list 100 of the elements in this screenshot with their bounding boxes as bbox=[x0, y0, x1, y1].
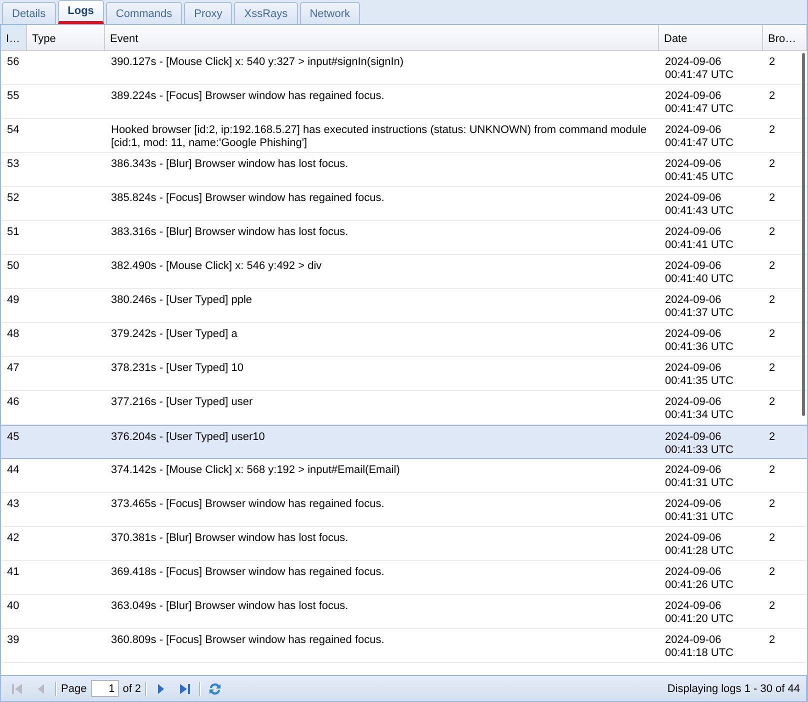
date-text: 2024-09-06 bbox=[665, 226, 722, 239]
table-row[interactable]: 40 363.049s - [Blur] Browser window has lost focus. 2024-09-06 00:41:20 UTC 2 bbox=[1, 595, 807, 629]
event-text: 373.465s - [Focus] Browser window has regained focus. bbox=[111, 498, 384, 510]
table-row[interactable]: 42 370.381s - [Blur] Browser window has lost focus. 2024-09-06 00:41:28 UTC 2 bbox=[1, 527, 807, 561]
time-text: 00:41:41 UTC bbox=[665, 239, 734, 252]
browser-text: 2 bbox=[769, 600, 776, 612]
column-header[interactable]: Event bbox=[105, 25, 659, 50]
date-text: 2024-09-06 bbox=[665, 328, 722, 341]
date-text: 2024-09-06 bbox=[665, 464, 722, 477]
event-text: 380.246s - [User Typed] pple bbox=[111, 294, 252, 306]
browser-text: 2 bbox=[769, 226, 776, 238]
id-text: 44 bbox=[7, 464, 20, 476]
time-text: 00:41:35 UTC bbox=[665, 375, 734, 388]
scrollbar-thumb[interactable] bbox=[802, 53, 805, 416]
tab[interactable]: Network bbox=[300, 2, 360, 24]
date-text: 2024-09-06 bbox=[665, 56, 722, 69]
browser-text: 2 bbox=[769, 362, 776, 374]
time-text: 00:41:37 UTC bbox=[665, 307, 734, 320]
date-text: 2024-09-06 bbox=[665, 634, 722, 647]
date-text: 2024-09-06 bbox=[665, 566, 722, 579]
id-text: 55 bbox=[7, 90, 20, 102]
event-text: 374.142s - [Mouse Click] x: 568 y:192 > input#Email(Email) bbox=[111, 464, 400, 476]
event-text: 363.049s - [Blur] Browser window has lost focus. bbox=[111, 600, 348, 612]
browser-text: 2 bbox=[769, 294, 776, 306]
column-header[interactable]: Type bbox=[27, 25, 105, 50]
browser-text: 2 bbox=[769, 90, 776, 102]
date-text: 2024-09-06 bbox=[665, 362, 722, 375]
event-text: 360.809s - [Focus] Browser window has regained focus. bbox=[111, 634, 384, 646]
date-text: 2024-09-06 bbox=[665, 158, 722, 171]
time-text: 00:41:33 UTC bbox=[665, 444, 734, 457]
date-text: 2024-09-06 bbox=[665, 192, 722, 205]
tab[interactable]: Logs bbox=[58, 0, 104, 24]
date-text: 2024-09-06 bbox=[665, 90, 722, 103]
event-text: 379.242s - [User Typed] a bbox=[111, 328, 238, 340]
id-text: 41 bbox=[7, 566, 20, 578]
browser-text: 2 bbox=[769, 532, 776, 544]
browser-text: 2 bbox=[769, 396, 776, 408]
browser-text: 2 bbox=[769, 328, 776, 340]
table-row[interactable]: 39 360.809s - [Focus] Browser window has regained focus. 2024-09-06 00:41:18 UTC 2 bbox=[1, 629, 807, 663]
column-header[interactable]: Date bbox=[659, 25, 763, 50]
event-text: 389.224s - [Focus] Browser window has regained focus. bbox=[111, 90, 384, 102]
time-text: 00:41:47 UTC bbox=[665, 103, 734, 116]
date-text: 2024-09-06 bbox=[665, 396, 722, 409]
table-row[interactable]: 43 373.465s - [Focus] Browser window has regained focus. 2024-09-06 00:41:31 UTC 2 bbox=[1, 493, 807, 527]
tab[interactable]: Proxy bbox=[184, 2, 232, 24]
column-header[interactable]: Bro… bbox=[763, 25, 807, 50]
id-text: 51 bbox=[7, 226, 20, 238]
browser-text: 2 bbox=[769, 192, 776, 204]
browser-text: 2 bbox=[769, 498, 776, 510]
id-text: 42 bbox=[7, 532, 20, 544]
id-text: 49 bbox=[7, 294, 20, 306]
table-row[interactable]: 45 376.204s - [User Typed] user10 2024-09-06 00:41:33 UTC 2 bbox=[1, 425, 807, 459]
browser-text: 2 bbox=[769, 56, 776, 68]
event-text: 386.343s - [Blur] Browser window has lost focus. bbox=[111, 158, 348, 170]
browser-text: 2 bbox=[769, 158, 776, 170]
id-text: 46 bbox=[7, 396, 20, 408]
status-text: Displaying logs 1 - 30 of 44 bbox=[667, 682, 800, 694]
page-field[interactable]: 1 bbox=[90, 680, 119, 697]
date-text: 2024-09-06 bbox=[665, 431, 722, 444]
browser-text: 2 bbox=[769, 124, 776, 136]
time-text: 00:41:45 UTC bbox=[665, 171, 734, 184]
date-text: 2024-09-06 bbox=[665, 532, 722, 545]
id-text: 39 bbox=[7, 634, 20, 646]
id-text: 47 bbox=[7, 362, 20, 374]
refresh-icon[interactable] bbox=[207, 680, 224, 696]
date-text: 2024-09-06 bbox=[665, 600, 722, 613]
browser-text: 2 bbox=[769, 431, 776, 443]
id-text: 45 bbox=[7, 431, 20, 443]
time-text: 00:41:31 UTC bbox=[665, 511, 734, 524]
date-text: 2024-09-06 bbox=[665, 294, 722, 307]
time-text: 00:41:31 UTC bbox=[665, 477, 734, 490]
tab[interactable]: XssRays bbox=[234, 2, 298, 24]
browser-text: 2 bbox=[769, 566, 776, 578]
date-text: 2024-09-06 bbox=[665, 260, 722, 273]
event-text: 376.204s - [User Typed] user10 bbox=[111, 431, 265, 443]
column-header[interactable]: I… bbox=[1, 25, 27, 50]
time-text: 00:41:47 UTC bbox=[665, 137, 734, 150]
id-text: 48 bbox=[7, 328, 20, 340]
time-text: 00:41:26 UTC bbox=[665, 579, 734, 592]
event-text: 390.127s - [Mouse Click] x: 540 y:327 > input#signIn(signIn) bbox=[111, 56, 404, 68]
time-text: 00:41:20 UTC bbox=[665, 613, 734, 626]
tab[interactable]: Details bbox=[2, 2, 56, 24]
tab[interactable]: Commands bbox=[106, 2, 182, 24]
time-text: 00:41:34 UTC bbox=[665, 409, 734, 422]
event-text: 369.418s - [Focus] Browser window has regained focus. bbox=[111, 566, 384, 578]
table-row[interactable]: 41 369.418s - [Focus] Browser window has regained focus. 2024-09-06 00:41:26 UTC 2 bbox=[1, 561, 807, 595]
table-row[interactable]: 44 374.142s - [Mouse Click] x: 568 y:192 > input#Email(Email) 2024-09-06 00:41:31 UTC 2 bbox=[1, 459, 807, 493]
time-text: 00:41:40 UTC bbox=[665, 273, 734, 286]
id-text: 50 bbox=[7, 260, 20, 272]
id-text: 53 bbox=[7, 158, 20, 170]
page-count: of 2 bbox=[122, 682, 142, 694]
event-text: 370.381s - [Blur] Browser window has lost focus. bbox=[111, 532, 348, 544]
event-text: 382.490s - [Mouse Click] x: 546 y:492 > div bbox=[111, 260, 322, 272]
time-text: 00:41:47 UTC bbox=[665, 69, 734, 82]
event-text: 383.316s - [Blur] Browser window has lost focus. bbox=[111, 226, 348, 238]
browser-text: 2 bbox=[769, 260, 776, 272]
time-text: 00:41:36 UTC bbox=[665, 341, 734, 354]
page-label: Page bbox=[61, 682, 87, 694]
date-text: 2024-09-06 bbox=[665, 498, 722, 511]
time-text: 00:41:43 UTC bbox=[665, 205, 734, 218]
